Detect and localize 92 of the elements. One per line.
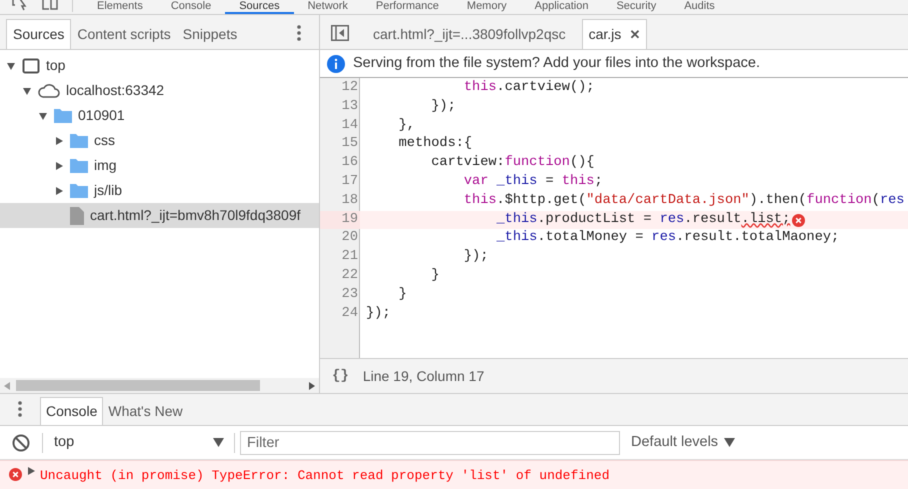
- code-line: this.$http.get("data/cartData.json").then(function(res: [462, 192, 904, 210]
- info-icon: [327, 54, 345, 72]
- tree-label: img: [94, 156, 117, 175]
- code-line: }: [430, 266, 440, 285]
- line-number: 17: [340, 172, 359, 191]
- scrollbar-thumb[interactable]: [16, 380, 260, 391]
- panel-tab[interactable]: Performance: [362, 0, 453, 14]
- tree-item[interactable]: cart.html?_ijt=bmv8h70l9fdq3809f: [0, 203, 319, 228]
- panel-tab[interactable]: Console: [156, 0, 226, 14]
- levels-dropdown[interactable]: Default levels: [631, 432, 736, 454]
- folder-icon: [70, 133, 88, 148]
- filter-field[interactable]: Filter: [240, 430, 620, 454]
- drawer-tab[interactable]: What's New: [103, 397, 188, 425]
- error-message: Uncaught (in promise) TypeError: Cannot read property 'list' of undefined: [40, 467, 610, 485]
- inspect-icon[interactable]: [12, 0, 28, 11]
- scroll-right-icon[interactable]: [309, 382, 315, 390]
- panel-tab[interactable]: Memory: [452, 0, 521, 14]
- tree-label: cart.html?_ijt=bmv8h70l9fdq3809f: [90, 206, 301, 225]
- caret-right-icon[interactable]: [54, 186, 64, 196]
- code-line: });: [462, 248, 488, 266]
- tree-label: css: [94, 131, 115, 150]
- panel-tab[interactable]: Network: [294, 0, 362, 14]
- tree-label: js/lib: [94, 181, 122, 200]
- clear-console-icon[interactable]: [12, 434, 30, 452]
- tree-label: top: [46, 56, 66, 75]
- line-number: 20: [340, 229, 359, 248]
- folder-icon: [70, 183, 88, 198]
- caret-right-icon[interactable]: [26, 466, 36, 476]
- more-icon[interactable]: [297, 25, 301, 41]
- panel-tab[interactable]: Application: [520, 0, 602, 14]
- line-number: 12: [340, 79, 359, 97]
- tree-item[interactable]: js/lib: [0, 178, 319, 203]
- tree-item[interactable]: css: [0, 128, 319, 153]
- caret-down-icon[interactable]: [6, 60, 16, 70]
- code-line: this.cartview();: [462, 79, 594, 97]
- editor-tab[interactable]: car.js ✕: [582, 19, 648, 49]
- sidebar-toggle-icon[interactable]: [331, 25, 349, 41]
- tree-item[interactable]: img: [0, 153, 319, 178]
- navigator-tab[interactable]: Sources: [6, 19, 72, 49]
- folder-icon: [54, 108, 72, 123]
- tree-item[interactable]: 010901: [0, 103, 319, 128]
- pretty-print-button[interactable]: {}: [332, 366, 349, 386]
- drawer-tab[interactable]: Console: [40, 397, 104, 425]
- dropdown-arrow-icon: [724, 438, 736, 447]
- more-icon[interactable]: [18, 401, 22, 417]
- line-number: 22: [340, 266, 359, 285]
- dropdown-arrow-icon: [213, 438, 224, 447]
- tree-item[interactable]: top: [0, 53, 319, 78]
- code-line: });: [366, 304, 390, 323]
- context-select[interactable]: top: [54, 432, 224, 454]
- code-line: _this.totalMoney = res.result.totalMaoney;: [496, 229, 840, 248]
- close-tab-button[interactable]: ✕: [629, 24, 640, 44]
- line-number: 21: [340, 248, 359, 266]
- device-icon[interactable]: [42, 0, 58, 11]
- navigator-tab[interactable]: Content scripts: [71, 19, 177, 49]
- line-number: 14: [340, 116, 359, 135]
- info-bar: Serving from the file system? Add your files into the workspace.: [320, 50, 908, 78]
- tree-item[interactable]: localhost:63342: [0, 78, 319, 103]
- code-line: var _this = this;: [462, 172, 603, 191]
- editor-tab[interactable]: cart.html?_ijt=...3809follvp2qsc: [367, 19, 572, 49]
- code-line: });: [430, 98, 456, 116]
- line-number: 24: [340, 304, 359, 323]
- panel-tab[interactable]: Security: [602, 0, 670, 14]
- error-icon: [9, 468, 22, 481]
- cursor-position: Line 19, Column 17: [362, 366, 484, 386]
- tree-label: localhost:63342: [66, 81, 164, 100]
- line-number: 16: [340, 154, 359, 172]
- code-line: _this.productList = res.result.list;: [496, 210, 790, 229]
- panel-tab[interactable]: Audits: [670, 0, 729, 14]
- caret-down-icon[interactable]: [38, 110, 48, 120]
- code-line: }: [398, 286, 407, 304]
- line-number: 19: [320, 210, 360, 230]
- horizontal-scrollbar[interactable]: [0, 378, 319, 393]
- cloud-icon: [38, 82, 60, 98]
- line-number: 23: [340, 286, 359, 304]
- panel-tab[interactable]: Elements: [83, 0, 157, 14]
- tree-label: 010901: [78, 106, 125, 125]
- line-number: 18: [340, 192, 359, 210]
- navigator-tab[interactable]: Snippets: [176, 19, 244, 49]
- file-icon: [70, 206, 84, 224]
- caret-right-icon[interactable]: [54, 136, 64, 146]
- line-number: 15: [340, 135, 359, 154]
- code-line: methods:{: [398, 135, 472, 154]
- frame-icon: [22, 58, 40, 74]
- code-editor[interactable]: [320, 78, 908, 358]
- error-icon: [792, 214, 806, 227]
- code-line: cartview:function(){: [430, 154, 594, 172]
- folder-icon: [70, 158, 88, 173]
- code-line: },: [398, 116, 415, 135]
- caret-right-icon[interactable]: [54, 160, 64, 170]
- line-number: 13: [340, 98, 359, 116]
- caret-down-icon[interactable]: [22, 86, 32, 96]
